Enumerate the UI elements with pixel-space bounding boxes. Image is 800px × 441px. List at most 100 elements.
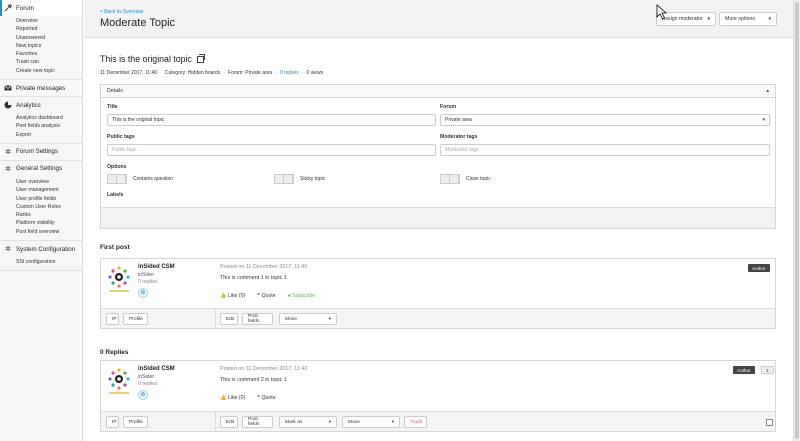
- sticky-topic-label: Sticky topic: [300, 176, 326, 182]
- sidebar-item-user-management[interactable]: User management: [16, 186, 82, 194]
- sidebar-item-ranks[interactable]: Ranks: [16, 211, 82, 219]
- post-fields-button[interactable]: Post fields: [242, 416, 273, 428]
- quote-button[interactable]: ❞ Quote: [257, 395, 275, 401]
- author-name-link[interactable]: inSided CSM: [138, 366, 175, 372]
- details-title: Details: [107, 88, 123, 94]
- labels-label: Labels: [107, 192, 124, 198]
- assign-moderator-label: Assign moderator: [662, 16, 703, 22]
- topic-title-text: This is the original topic: [100, 54, 192, 64]
- sidebar-section-forum: Forum Overview Reported Unanswered New t…: [0, 0, 82, 81]
- sidebar-item-ssi-configuration[interactable]: SSI configuration: [16, 258, 82, 266]
- sidebar-item-create-new-topic[interactable]: Create new topic: [16, 67, 82, 75]
- sidebar-item-general-settings[interactable]: ✲ General Settings: [0, 161, 82, 177]
- meta-separator: ·: [275, 70, 277, 76]
- page-scrollbar[interactable]: [793, 0, 800, 441]
- quote-button[interactable]: ❞ Quote: [257, 293, 275, 299]
- edit-button[interactable]: Edit: [220, 313, 238, 325]
- sidebar-item-system-configuration[interactable]: ✲ System Configuration: [0, 241, 82, 257]
- move-label: Move: [348, 419, 360, 425]
- moderator-tags-label: Moderator tags: [440, 134, 478, 140]
- sidebar-item-favorites[interactable]: Favorites: [16, 50, 82, 58]
- subscribe-label: Subscribe: [292, 293, 316, 299]
- post-fields-button[interactable]: Post fields: [242, 313, 273, 325]
- public-tags-input[interactable]: Public tags: [107, 144, 436, 156]
- mark-as-label: Mark as: [285, 419, 303, 425]
- author-badge: Author: [748, 264, 770, 272]
- details-header[interactable]: Details ▴: [101, 85, 775, 98]
- post-actions: 👍 Like (0) ❞ Quote ● Subscribe: [220, 293, 315, 299]
- title-value: This is the original topic: [112, 117, 165, 123]
- select-reply-checkbox[interactable]: [766, 419, 773, 426]
- thumbs-up-icon: 👍: [220, 395, 227, 401]
- sidebar-item-user-profile-fields[interactable]: User profile fields: [16, 195, 82, 203]
- sticky-topic-option: Sticky topic: [274, 174, 325, 184]
- mark-as-select[interactable]: Mark as ▾: [279, 416, 337, 428]
- sidebar-item-custom-user-roles[interactable]: Custom User Roles: [16, 203, 82, 211]
- like-button[interactable]: 👍 Like (0): [220, 293, 245, 299]
- edit-button[interactable]: Edit: [220, 416, 238, 428]
- post-body: inSided CSM inSider 0 replies ✪ Posted o…: [101, 361, 775, 411]
- thumbs-up-icon: 👍: [220, 293, 227, 299]
- sidebar-item-export[interactable]: Export: [16, 131, 82, 139]
- ip-button[interactable]: IP: [106, 313, 119, 325]
- meta-separator: ·: [301, 70, 304, 76]
- page-title: Moderate Topic: [100, 17, 176, 29]
- moderator-tags-placeholder: Moderator tags: [445, 147, 479, 153]
- sidebar-item-post-fields-analysis[interactable]: Post fields analysis: [16, 122, 82, 130]
- sidebar-item-analytics-dashboard[interactable]: Analytics dashboard: [16, 114, 82, 122]
- post-footer: IP Profile Edit Post fields Move ▾: [101, 308, 775, 329]
- options-label: Options: [107, 164, 127, 170]
- author-role: inSider: [138, 374, 155, 380]
- avatar: [108, 266, 130, 292]
- sidebar-item-private-messages[interactable]: Private messages: [0, 80, 82, 96]
- copy-icon[interactable]: [196, 53, 205, 63]
- pie-chart-icon: [4, 101, 12, 109]
- back-to-overview-link[interactable]: < Back to Overview: [100, 9, 143, 15]
- sidebar-item-label: Analytics: [16, 101, 41, 109]
- caret-down-icon: ▾: [762, 117, 765, 123]
- sidebar-item-platform-visibility[interactable]: Platform visibility: [16, 219, 82, 227]
- public-tags-label: Public tags: [107, 134, 135, 140]
- trash-button[interactable]: Trash: [404, 416, 427, 428]
- like-button[interactable]: 👍 Like (0): [220, 395, 245, 401]
- profile-button[interactable]: Profile: [123, 416, 148, 428]
- forum-select[interactable]: Private area ▾: [440, 114, 770, 126]
- tools-icon: [4, 4, 12, 12]
- more-options-button[interactable]: More options ▾: [719, 12, 777, 26]
- topic-date: 11 December 2017, 11:40: [100, 70, 158, 76]
- move-select[interactable]: Move ▾: [342, 416, 400, 428]
- contains-question-toggle[interactable]: [107, 174, 127, 184]
- author-replies: 0 replies: [138, 381, 158, 387]
- sidebar-item-forum-settings[interactable]: ✲ Forum Settings: [0, 144, 82, 160]
- sidebar-item-post-field-overview[interactable]: Post field overview: [16, 228, 82, 236]
- rank-badge-icon: ✪: [138, 288, 148, 298]
- close-topic-toggle[interactable]: [440, 174, 460, 184]
- scrollbar-thumb[interactable]: [795, 2, 799, 439]
- sidebar-item-new-topics[interactable]: New topics: [16, 42, 82, 50]
- sidebar-item-trash-can[interactable]: Trash can: [16, 58, 82, 66]
- like-label: Like (0): [227, 293, 246, 299]
- moderator-tags-input[interactable]: Moderator tags: [440, 144, 770, 156]
- subscribe-button[interactable]: ● Subscribe: [288, 293, 316, 299]
- sidebar-item-label: Private messages: [16, 84, 66, 92]
- profile-button[interactable]: Profile: [123, 313, 148, 325]
- gear-icon: ✲: [5, 246, 11, 254]
- gear-icon: ✲: [5, 165, 11, 173]
- replies-heading: 0 Replies: [100, 349, 129, 356]
- sticky-topic-toggle[interactable]: [274, 174, 294, 184]
- title-input[interactable]: This is the original topic: [107, 114, 436, 126]
- ip-button[interactable]: IP: [106, 416, 119, 428]
- sidebar-item-reported[interactable]: Reported: [16, 25, 82, 33]
- posted-on: Posted on 11 December 2017, 11:42: [220, 366, 308, 372]
- caret-up-icon[interactable]: ▴: [766, 88, 769, 94]
- caret-down-icon: ▾: [768, 16, 771, 22]
- move-select[interactable]: Move ▾: [279, 313, 337, 325]
- sidebar-item-analytics[interactable]: Analytics: [0, 97, 82, 113]
- sidebar-item-forum[interactable]: Forum: [0, 0, 82, 16]
- sidebar-item-user-overview[interactable]: User overview: [16, 178, 82, 186]
- details-footer: [101, 207, 775, 228]
- topic-replies-link[interactable]: 0 replies: [280, 70, 299, 76]
- author-name-link[interactable]: inSided CSM: [138, 264, 175, 270]
- sidebar-item-overview[interactable]: Overview: [16, 17, 82, 25]
- sidebar-item-unanswered[interactable]: Unanswered: [16, 34, 82, 42]
